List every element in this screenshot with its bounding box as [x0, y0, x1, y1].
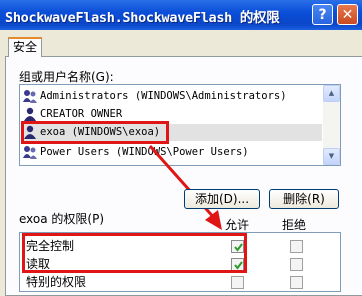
deny-special-checkbox[interactable]: [290, 276, 303, 289]
allow-header: 允许: [225, 218, 250, 232]
add-button[interactable]: 添加(D)...: [184, 189, 260, 209]
permissions-label: exoa 的权限(P): [19, 212, 105, 226]
deny-header: 拒绝: [282, 218, 307, 232]
allow-special-checkbox[interactable]: [231, 276, 244, 289]
deny-full-control-checkbox[interactable]: [290, 240, 303, 253]
remove-button[interactable]: 删除(R): [269, 189, 339, 209]
perm-row-name: 特别的权限: [26, 275, 87, 289]
deny-read-checkbox[interactable]: [290, 258, 303, 271]
highlight-permissions: [22, 233, 247, 273]
